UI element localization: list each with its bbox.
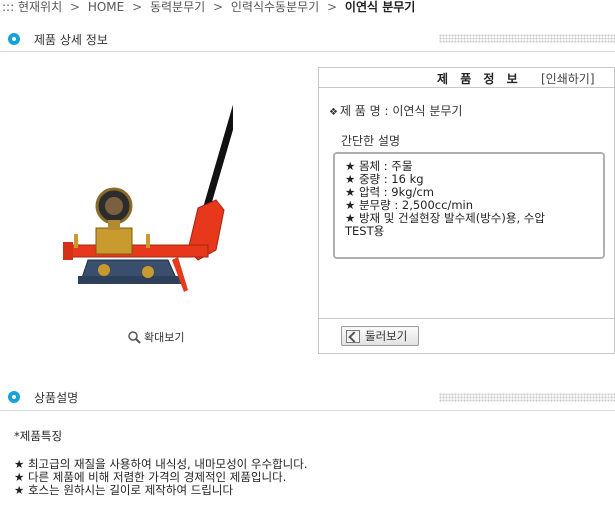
breadcrumb-separator: > bbox=[69, 0, 80, 14]
browse-label: 둘러보기 bbox=[365, 329, 408, 343]
zoom-button[interactable]: 확대보기 bbox=[128, 329, 184, 345]
breadcrumb-prefix: ::: 현재위치 bbox=[2, 0, 63, 14]
product-info-panel: 제 품 정 보 [인쇄하기] ❖ 제 품 명 : 이연식 분무기 간단한 설명 ★… bbox=[318, 67, 615, 354]
breadcrumb-category-link[interactable]: 동력분무기 bbox=[150, 0, 205, 14]
magnifier-icon bbox=[128, 330, 141, 344]
dotted-divider bbox=[439, 34, 615, 43]
bullet-icon bbox=[8, 391, 20, 403]
section-title-text: 제품 상세 정보 bbox=[34, 32, 108, 47]
section-divider bbox=[0, 410, 615, 411]
breadcrumb-separator: > bbox=[327, 0, 338, 14]
info-header: 제 품 정 보 [인쇄하기] bbox=[319, 68, 614, 88]
print-link[interactable]: [인쇄하기] bbox=[541, 70, 595, 87]
breadcrumb: ::: 현재위치 > HOME > 동력분무기 > 인력식수동분무기 > 이연식… bbox=[2, 0, 415, 16]
short-desc-title: 간단한 설명 bbox=[341, 134, 401, 148]
breadcrumb-separator: > bbox=[132, 0, 143, 14]
section-title-text: 상품설명 bbox=[34, 390, 79, 405]
section-divider bbox=[0, 51, 615, 52]
product-name-text: 제 품 명 : 이연식 분무기 bbox=[339, 104, 463, 118]
breadcrumb-separator: > bbox=[212, 0, 224, 14]
dotted-divider bbox=[439, 393, 615, 402]
diamond-arrow-icon: ❖ bbox=[329, 107, 338, 118]
breadcrumb-subcategory-link[interactable]: 인력식수동분무기 bbox=[231, 0, 319, 14]
zoom-label: 확대보기 bbox=[144, 331, 185, 344]
bullet-icon bbox=[8, 33, 20, 45]
breadcrumb-current: 이연식 분무기 bbox=[344, 0, 416, 14]
features-title: *제품특징 bbox=[14, 429, 63, 443]
product-features: *제품특징 ★ 최고급의 재질을 사용하여 내식성, 내마모성이 우수합니다. … bbox=[14, 430, 307, 497]
browse-button[interactable]: 둘러보기 bbox=[341, 326, 419, 346]
breadcrumb-home-link[interactable]: HOME bbox=[88, 0, 124, 14]
section-title-description: 상품설명 bbox=[8, 388, 78, 406]
info-header-title: 제 품 정 보 bbox=[437, 72, 522, 86]
spec-line: TEST용 bbox=[345, 224, 385, 238]
product-name: ❖ 제 품 명 : 이연식 분무기 bbox=[329, 102, 462, 119]
feature-line: ★ 호스는 원하시는 길이로 제작하여 드립니다 bbox=[14, 483, 234, 497]
section-title-detail: 제품 상세 정보 bbox=[8, 30, 108, 48]
short-desc-box: ★ 몸체 : 주물 ★ 중량 : 16 kg ★ 압력 : 9kg/cm ★ 분… bbox=[333, 152, 605, 259]
browse-icon bbox=[346, 329, 360, 343]
product-image bbox=[63, 104, 233, 292]
info-divider bbox=[319, 318, 614, 319]
